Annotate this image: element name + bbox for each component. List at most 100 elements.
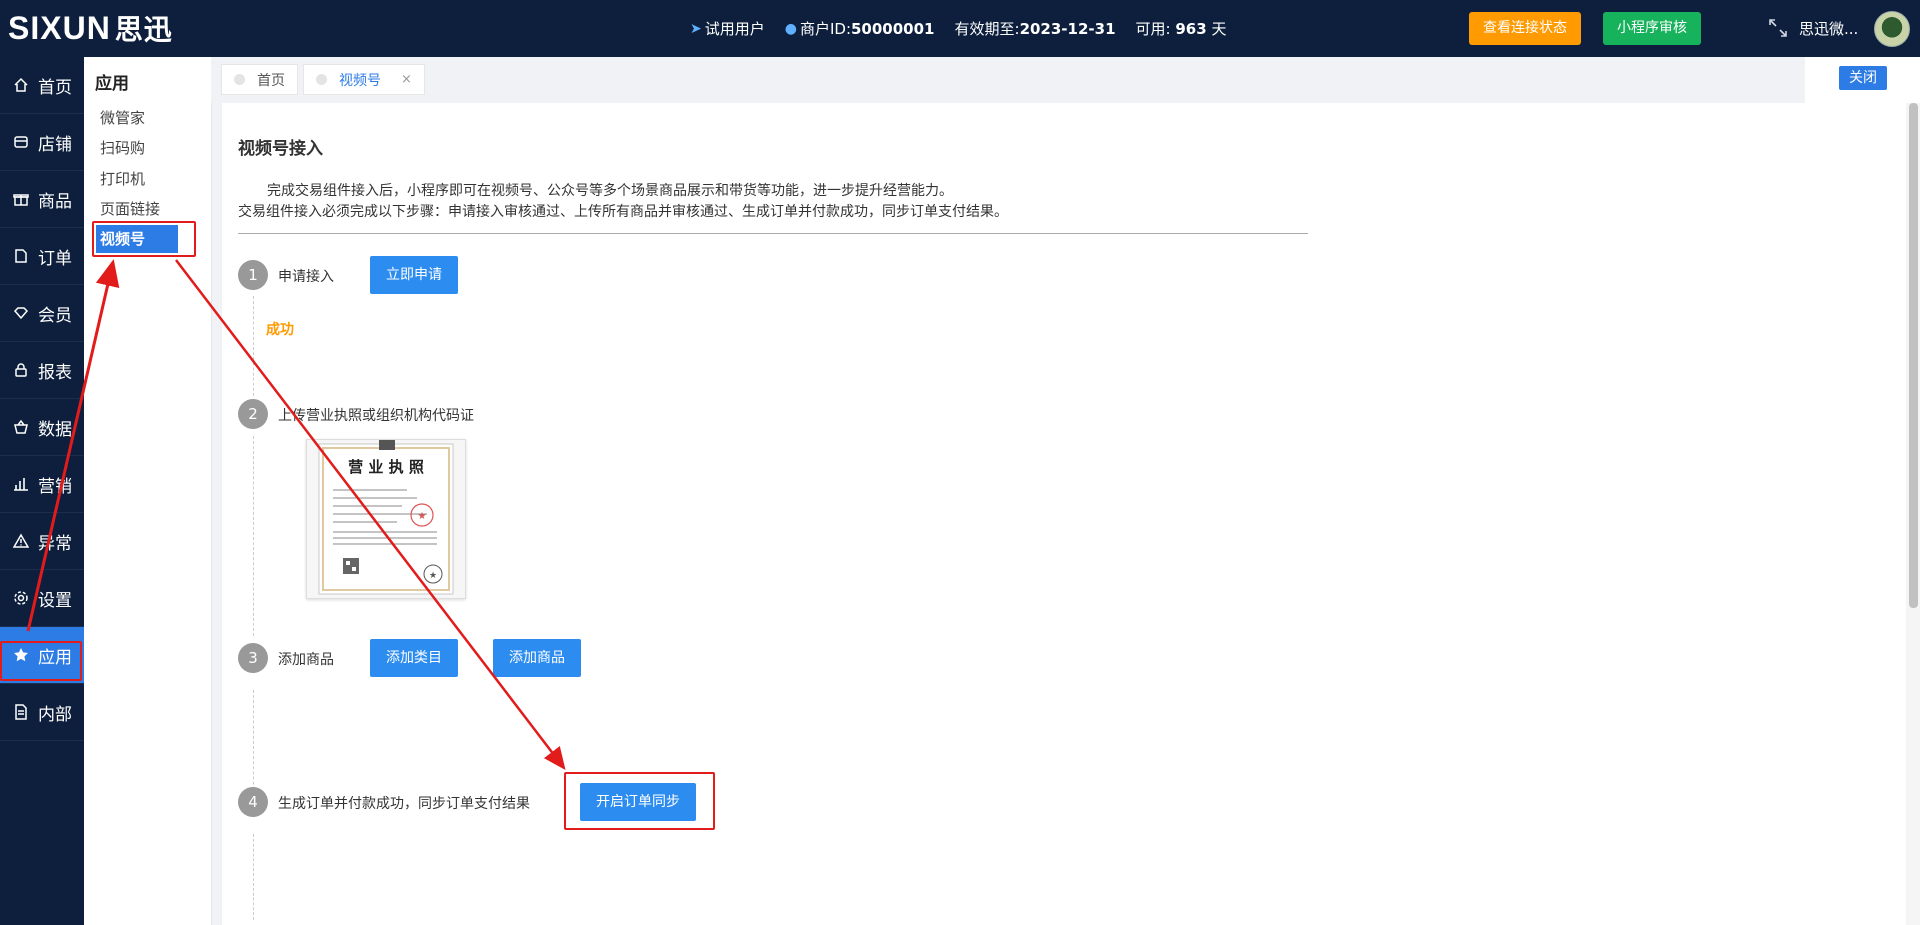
drop-icon: ● [784,20,797,37]
miniprogram-review-button[interactable]: 小程序审核 [1603,12,1701,45]
svg-text:★: ★ [418,511,427,522]
tab-label: 视频号 [339,72,381,89]
home-icon [12,76,30,94]
avatar[interactable] [1874,11,1910,47]
tab-close-icon[interactable]: × [401,72,412,87]
expiry-label: 有效期至: [954,20,1020,38]
step-connector [253,296,254,396]
nav-item-reports[interactable]: 报表 [0,342,84,399]
nav-label: 店铺 [38,134,72,155]
nav-label: 商品 [38,191,72,212]
bar-chart-icon [12,475,30,493]
nav-label: 内部 [38,704,72,725]
merchant-id: ● 商户ID: 50000001 [785,18,935,39]
check-connection-button[interactable]: 查看连接状态 [1469,12,1581,45]
username[interactable]: 思迅微... [1799,18,1858,39]
sub-sidebar: 应用 微管家 扫码购 打印机 页面链接 视频号 [84,57,212,925]
step-4-number: 4 [238,787,268,817]
step-connector [253,436,254,636]
svg-text:★: ★ [429,571,437,581]
annotation-box-channels [92,221,196,257]
tab-label: 首页 [257,72,285,89]
expiry: 有效期至: 2023-12-31 [955,18,1116,39]
nav-item-members[interactable]: 会员 [0,285,84,342]
nav-item-orders[interactable]: 订单 [0,228,84,285]
order-icon [12,247,30,265]
nav-item-goods[interactable]: 商品 [0,171,84,228]
available-unit: 天 [1211,20,1227,38]
apply-now-button[interactable]: 立即申请 [370,256,458,294]
expiry-date: 2023-12-31 [1019,19,1116,38]
merchant-label: 商户ID: [799,20,851,38]
user-type-text: 试用用户 [704,20,765,38]
tab-home[interactable]: 首页 [221,64,298,95]
step-2-number: 2 [238,399,268,429]
annotation-box-order-sync [564,772,715,830]
store-icon [12,133,30,151]
tab-bar: 首页 视频号 × [211,57,1805,103]
nav-item-settings[interactable]: 设置 [0,570,84,627]
nav-item-home[interactable]: 首页 [0,57,84,114]
nav-item-exceptions[interactable]: 异常 [0,513,84,570]
subnav-item-scan-buy[interactable]: 扫码购 [100,137,145,158]
tab-dot [316,74,327,85]
step-4-label: 生成订单并付款成功，同步订单支付结果 [278,796,530,812]
basket-icon [12,418,30,436]
step-1-label: 申请接入 [278,269,334,285]
available-label: 可用: [1135,20,1171,38]
nav-label: 会员 [38,305,72,326]
document-icon [12,703,30,721]
add-category-button[interactable]: 添加类目 [370,639,458,677]
add-goods-button[interactable]: 添加商品 [493,639,581,677]
top-bar: SIXUN 思迅 ➤ 试用用户 ● 商户ID: 50000001 有效期至: 202… [0,0,1920,57]
license-title: 营 业 执 照 [348,458,424,476]
gift-icon [12,190,30,208]
warning-icon [12,532,30,550]
subnav-item-printer[interactable]: 打印机 [100,168,145,189]
step-1-number: 1 [238,260,268,290]
available-days: 可用: 963 天 [1136,18,1227,39]
lock-icon [12,361,30,379]
tab-channels[interactable]: 视频号 × [303,64,425,95]
available-days-value: 963 [1175,19,1207,38]
main-sidebar: 首页 店铺 商品 订单 会员 报表 数据 营销 异常 设置 应用 内部 [0,57,84,925]
divider [238,233,1308,234]
nav-item-store[interactable]: 店铺 [0,114,84,171]
close-panel: 关闭 [1805,57,1920,103]
business-license-graphic: 营 业 执 照 ★ ★ [318,440,454,595]
nav-label: 报表 [38,362,72,383]
step-3-label: 添加商品 [278,652,334,668]
close-button[interactable]: 关闭 [1839,66,1887,90]
paper-plane-icon: ➤ [690,20,702,37]
account-info: ➤ 试用用户 ● 商户ID: 50000001 有效期至: 2023-12-31 可… [690,0,1246,57]
main-content: 视频号接入 完成交易组件接入后，小程序即可在视频号、公众号等多个场景商品展示和带… [222,103,1906,925]
logo: SIXUN 思迅 [8,10,173,46]
nav-item-data[interactable]: 数据 [0,399,84,456]
step-3-number: 3 [238,643,268,673]
step-1-status: 成功 [266,322,294,338]
gear-icon [12,589,30,607]
merchant-id-value: 50000001 [851,19,935,38]
subnav-item-weiguanjia[interactable]: 微管家 [100,107,145,128]
logo-cn: 思迅 [114,14,173,45]
diamond-icon [12,304,30,322]
subnav-item-page-link[interactable]: 页面链接 [100,198,160,219]
nav-item-marketing[interactable]: 营销 [0,456,84,513]
annotation-box-apps [0,641,82,681]
user-type: ➤ 试用用户 [690,18,765,39]
step-2-label: 上传营业执照或组织机构代码证 [278,408,474,424]
nav-label: 设置 [38,590,72,611]
tab-dot [234,74,245,85]
nav-label: 营销 [38,476,72,497]
subnav-title: 应用 [95,74,129,94]
scrollbar-thumb[interactable] [1909,103,1918,608]
business-license-image[interactable]: 营 业 执 照 ★ ★ [306,439,466,599]
nav-label: 订单 [38,248,72,269]
nav-item-internal[interactable]: 内部 [0,684,84,741]
nav-label: 首页 [38,77,72,98]
page-title: 视频号接入 [238,139,323,159]
description-1: 完成交易组件接入后，小程序即可在视频号、公众号等多个场景商品展示和带货等功能，进… [267,183,953,199]
step-connector [253,834,254,920]
expand-icon[interactable] [1768,18,1788,38]
nav-label: 异常 [38,533,72,554]
